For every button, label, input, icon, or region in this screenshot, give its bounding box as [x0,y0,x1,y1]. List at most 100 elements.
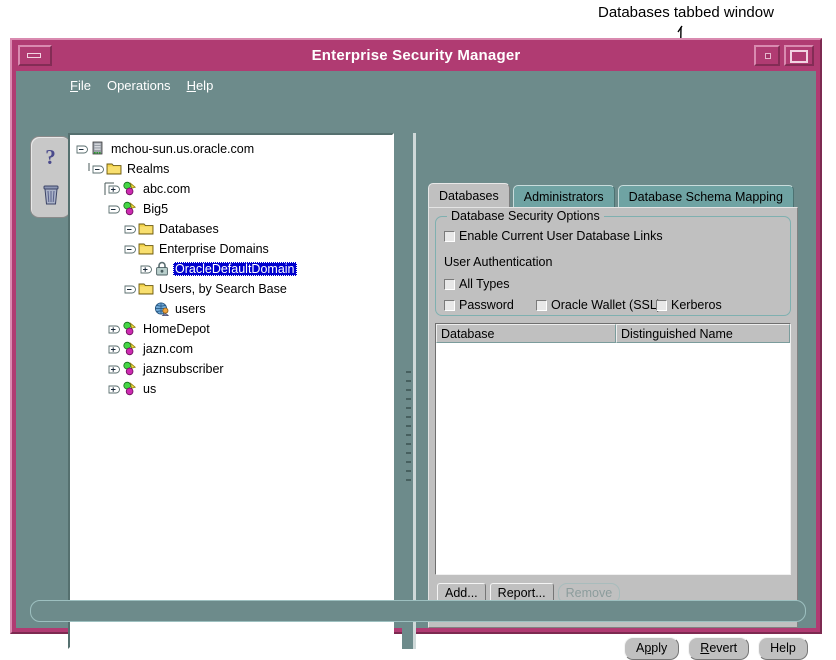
collapse-icon[interactable] [92,163,105,176]
table-body[interactable] [436,343,790,574]
checkbox-all-types[interactable]: All Types [444,277,510,291]
checkbox-box[interactable] [444,231,455,242]
tree-node[interactable]: jaznsubscriber [70,359,392,379]
expand-icon[interactable] [140,263,153,276]
tree-node-label[interactable]: jaznsubscriber [141,362,226,376]
tree-node[interactable]: Realms [70,159,392,179]
folder-icon [138,281,155,297]
tree-node-label[interactable]: us [141,382,158,396]
tree-node-label[interactable]: Databases [157,222,221,236]
delete-tool-button[interactable] [31,175,70,215]
tree-node[interactable]: OracleDefaultDomain [70,259,392,279]
expand-icon[interactable] [108,183,121,196]
window-title: Enterprise Security Manager [16,47,816,64]
databases-table[interactable]: Database Distinguished Name [435,323,791,575]
table-header-database[interactable]: Database [436,324,616,343]
menu-file[interactable]: File [68,77,93,94]
tree-node[interactable]: Databases [70,219,392,239]
folder-icon [138,241,155,257]
tree-node-label[interactable]: abc.com [141,182,192,196]
checkbox-enable-current-user-database-links[interactable]: Enable Current User Database Links [444,229,663,243]
checkbox-password[interactable]: Password [444,298,514,312]
collapse-icon[interactable] [108,203,121,216]
apply-button[interactable]: Apply [624,637,679,660]
help-tool-button[interactable]: ? [31,137,70,177]
tree-node-label[interactable]: jazn.com [141,342,195,356]
annotation-label: Databases tabbed window [598,4,774,21]
folder-icon [138,221,155,237]
dialog-buttons: Apply Revert Help [624,637,808,660]
checkbox-oracle-wallet-ssl[interactable]: Oracle Wallet (SSL) [536,298,661,312]
tab-strip: DatabasesAdministratorsDatabase Schema M… [428,183,798,207]
title-bar[interactable]: Enterprise Security Manager [16,44,816,69]
tree-node[interactable]: abc.com [70,179,392,199]
collapse-icon[interactable] [76,143,89,156]
folder-icon [106,161,123,177]
checkbox-box[interactable] [444,279,455,290]
restore-button[interactable] [754,45,780,66]
navigation-tree[interactable]: mchou-sun.us.oracle.com Realms abc.com Big5… [70,135,392,399]
menu-help[interactable]: Help [185,77,216,94]
realm-icon [122,181,139,197]
trash-icon [42,185,60,206]
tree-node-label[interactable]: HomeDepot [141,322,212,336]
collapse-icon[interactable] [124,243,137,256]
tree-node-label[interactable]: users [173,302,208,316]
users-icon [154,301,171,317]
checkbox-label: Oracle Wallet (SSL) [551,298,661,312]
revert-button[interactable]: Revert [688,637,749,660]
split-pane-divider[interactable] [402,133,416,649]
tab-administrators[interactable]: Administrators [513,185,615,207]
tree-node-label[interactable]: Big5 [141,202,170,216]
restore-icon [765,53,771,59]
menu-bar: File Operations Help [68,75,215,95]
tab-databases[interactable]: Databases [428,183,510,207]
tree-node[interactable]: Enterprise Domains [70,239,392,259]
tree-node-label[interactable]: Enterprise Domains [157,242,271,256]
help-button[interactable]: Help [758,637,808,660]
realm-icon [122,201,139,217]
collapse-icon[interactable] [124,223,137,236]
tree-node-label[interactable]: Users, by Search Base [157,282,289,296]
expand-icon[interactable] [108,343,121,356]
database-security-options-group: Database Security Options Enable Current… [435,216,791,316]
tree-node-label[interactable]: mchou-sun.us.oracle.com [109,142,256,156]
checkbox-box[interactable] [656,300,667,311]
realm-icon [122,341,139,357]
collapse-icon[interactable] [124,283,137,296]
navigation-tree-panel[interactable]: mchou-sun.us.oracle.com Realms abc.com Big5… [68,133,394,649]
expand-icon[interactable] [108,363,121,376]
tree-node[interactable]: us [70,379,392,399]
status-bar [30,600,806,622]
expand-icon[interactable] [108,383,121,396]
tree-node[interactable]: users [70,299,392,319]
expand-icon[interactable] [108,323,121,336]
tree-node[interactable]: mchou-sun.us.oracle.com [70,139,392,159]
icon-toolbar: ? [30,136,71,218]
tree-node[interactable]: Users, by Search Base [70,279,392,299]
divider-grip[interactable] [406,371,411,481]
databases-tab-panel: Database Security Options Enable Current… [428,207,798,628]
divider-edge [413,133,416,649]
tabbed-pane: DatabasesAdministratorsDatabase Schema M… [428,183,798,628]
tree-node[interactable]: jazn.com [70,339,392,359]
tree-node[interactable]: Big5 [70,199,392,219]
tree-node-label[interactable]: Realms [125,162,171,176]
realm-icon [122,321,139,337]
checkbox-label: Password [459,298,514,312]
checkbox-box[interactable] [536,300,547,311]
tree-node[interactable]: HomeDepot [70,319,392,339]
tab-database-schema-mapping[interactable]: Database Schema Mapping [618,185,794,207]
checkbox-label: All Types [459,277,510,291]
maximize-button[interactable] [784,45,814,66]
realm-icon [122,361,139,377]
checkbox-label: Enable Current User Database Links [459,229,663,243]
table-header-row: Database Distinguished Name [436,324,790,343]
checkbox-box[interactable] [444,300,455,311]
table-header-distinguished-name[interactable]: Distinguished Name [616,324,790,343]
server-icon [90,141,107,157]
client-area: File Operations Help ? mchou-sun.us.orac… [16,71,816,628]
tree-node-label[interactable]: OracleDefaultDomain [173,262,297,276]
menu-operations[interactable]: Operations [105,77,173,94]
checkbox-kerberos[interactable]: Kerberos [656,298,722,312]
